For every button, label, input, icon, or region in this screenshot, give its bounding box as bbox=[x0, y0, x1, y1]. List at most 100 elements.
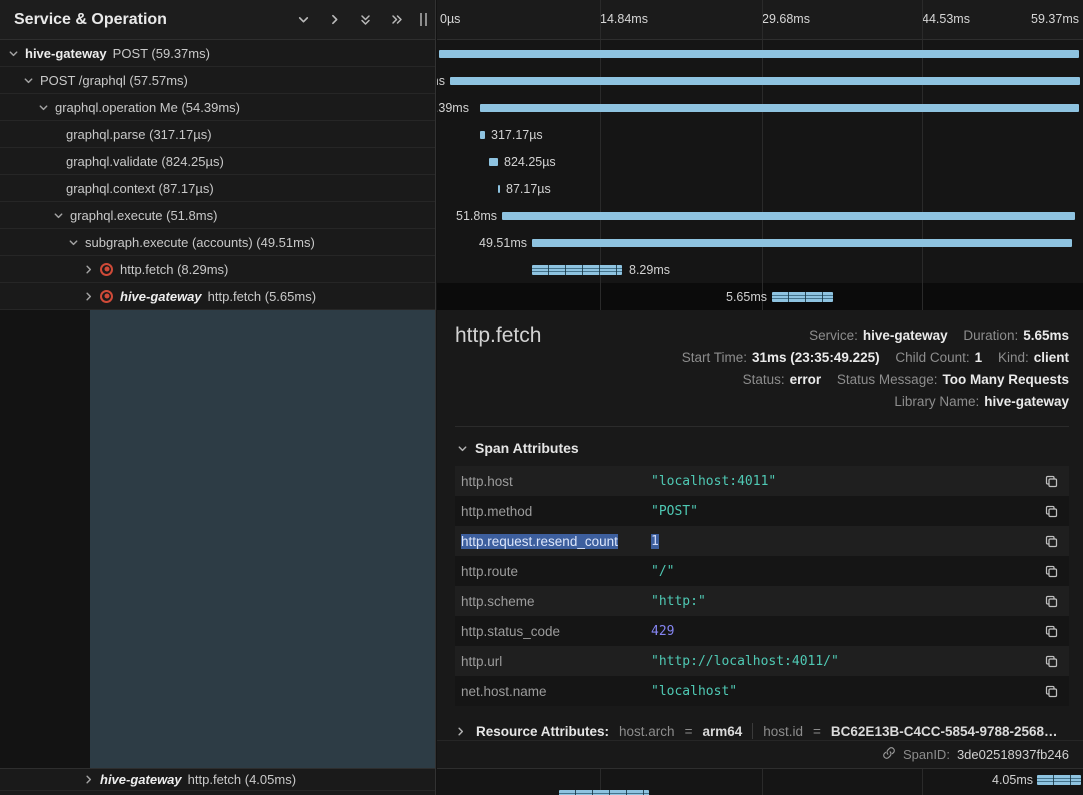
attribute-row: http.method "POST" bbox=[455, 496, 1069, 526]
span-bar[interactable] bbox=[1037, 775, 1081, 785]
tree-row[interactable]: graphql.parse (317.17µs) bbox=[0, 121, 435, 148]
chevron-right-icon[interactable] bbox=[83, 291, 94, 302]
divider bbox=[752, 723, 753, 739]
copy-icon[interactable] bbox=[1042, 682, 1061, 701]
tree-row[interactable]: hive-gateway http.fetch (4.05ms) bbox=[0, 768, 435, 790]
chevron-down-icon[interactable] bbox=[8, 48, 19, 59]
tree-row[interactable]: graphql.operation Me (54.39ms) bbox=[0, 94, 435, 121]
link-icon[interactable] bbox=[882, 746, 896, 763]
span-bar[interactable] bbox=[480, 131, 485, 139]
expand-all-icon[interactable] bbox=[390, 13, 404, 26]
bar-duration-label: 49.51ms bbox=[479, 236, 527, 250]
chevron-down-icon[interactable] bbox=[68, 237, 79, 248]
span-bar[interactable] bbox=[480, 104, 1079, 112]
copy-icon[interactable] bbox=[1042, 622, 1061, 641]
tree-row[interactable]: http.fetch (8.29ms) bbox=[0, 256, 435, 283]
attribute-value: 429 bbox=[651, 624, 674, 639]
span-service-name: hive-gateway bbox=[25, 46, 107, 61]
span-bar[interactable] bbox=[772, 292, 833, 302]
span-bar[interactable] bbox=[439, 50, 1079, 58]
tree-row[interactable]: graphql.validate (824.25µs) bbox=[0, 148, 435, 175]
chevron-down-icon[interactable] bbox=[38, 102, 49, 113]
attribute-key: net.host.name bbox=[461, 684, 651, 699]
tree-row[interactable]: POST /graphql (57.57ms) bbox=[0, 67, 435, 94]
span-bar[interactable] bbox=[532, 265, 622, 275]
attribute-row: http.host "localhost:4011" bbox=[455, 466, 1069, 496]
resource-attr-key: host.id bbox=[763, 724, 803, 739]
time-tick-label: 59.37ms bbox=[1031, 12, 1079, 26]
collapse-all-icon[interactable] bbox=[359, 13, 372, 27]
span-label: http.fetch (8.29ms) bbox=[120, 262, 228, 277]
bottom-waterfall: 4.05ms bbox=[437, 768, 1083, 795]
span-service-name: hive-gateway bbox=[100, 772, 182, 787]
span-label: http.fetch (5.65ms) bbox=[208, 289, 316, 304]
panel-title: Service & Operation bbox=[14, 11, 167, 29]
copy-icon[interactable] bbox=[1042, 652, 1061, 671]
span-service-name: hive-gateway bbox=[120, 289, 202, 304]
panel-resize-handle[interactable] bbox=[420, 13, 427, 26]
attribute-value: "http:" bbox=[651, 594, 706, 609]
tree-row[interactable]: hive-gateway POST (59.37ms) bbox=[0, 40, 435, 67]
tree-row[interactable]: subgraph.execute (accounts) (49.51ms) bbox=[0, 229, 435, 256]
attribute-key: http.route bbox=[461, 564, 651, 579]
resource-attr-value: BC62E13B-C4CC-5854-9788-2568… bbox=[831, 724, 1058, 739]
waterfall-row: 54.39ms bbox=[437, 94, 1083, 121]
span-bar[interactable] bbox=[498, 185, 500, 193]
span-bar[interactable] bbox=[502, 212, 1075, 220]
partial-span-bar[interactable] bbox=[559, 790, 649, 795]
chevron-down-icon bbox=[457, 443, 468, 454]
waterfall-row: 824.25µs bbox=[437, 148, 1083, 175]
attribute-row: http.route "/" bbox=[455, 556, 1069, 586]
span-id-label: SpanID: bbox=[903, 747, 950, 762]
resource-attr-key: host.arch bbox=[619, 724, 675, 739]
waterfall-row: 87.17µs bbox=[437, 175, 1083, 202]
waterfall-row: 51.8ms bbox=[437, 202, 1083, 229]
span-bar[interactable] bbox=[532, 239, 1072, 247]
expand-one-icon[interactable] bbox=[328, 13, 341, 26]
copy-icon[interactable] bbox=[1042, 472, 1061, 491]
tree-row[interactable]: graphql.execute (51.8ms) bbox=[0, 202, 435, 229]
chevron-right-icon[interactable] bbox=[83, 264, 94, 275]
meta-status-message-value: Too Many Requests bbox=[942, 372, 1069, 387]
attribute-value: "http://localhost:4011/" bbox=[651, 654, 839, 669]
tree-panel-header: Service & Operation bbox=[0, 0, 435, 40]
tree-row-selected[interactable]: hive-gateway http.fetch (5.65ms) bbox=[0, 283, 435, 310]
attribute-row: http.status_code 429 bbox=[455, 616, 1069, 646]
attribute-row: http.url "http://localhost:4011/" bbox=[455, 646, 1069, 676]
chevron-right-icon[interactable] bbox=[83, 774, 94, 785]
time-tick-label: 14.84ms bbox=[600, 12, 648, 26]
span-label: subgraph.execute (accounts) (49.51ms) bbox=[85, 235, 315, 250]
attribute-row: http.scheme "http:" bbox=[455, 586, 1069, 616]
chevron-right-icon bbox=[455, 726, 466, 737]
timeline-panel: 0µs 14.84ms 29.68ms 44.53ms 59.37ms 57.5… bbox=[437, 0, 1083, 795]
span-tree-panel: Service & Operation hive-gateway POST (5… bbox=[0, 0, 436, 795]
trace-waterfall: 57.57ms 54.39ms 317.17µs 824.25µs 87.17µ… bbox=[437, 40, 1083, 310]
copy-icon[interactable] bbox=[1042, 562, 1061, 581]
span-bar[interactable] bbox=[450, 77, 1080, 85]
meta-start-value: 31ms (23:35:49.225) bbox=[752, 350, 880, 365]
bar-duration-label: 317.17µs bbox=[491, 128, 543, 142]
attribute-key: http.status_code bbox=[461, 624, 651, 639]
collapse-one-icon[interactable] bbox=[297, 13, 310, 26]
attribute-key: http.request.resend_count bbox=[461, 534, 651, 549]
chevron-down-icon[interactable] bbox=[53, 210, 64, 221]
attribute-value: "/" bbox=[651, 564, 674, 579]
meta-service-value: hive-gateway bbox=[863, 328, 948, 343]
time-tick-label: 44.53ms bbox=[922, 12, 970, 26]
attribute-value: "POST" bbox=[651, 504, 698, 519]
error-status-icon bbox=[100, 263, 113, 276]
copy-icon[interactable] bbox=[1042, 502, 1061, 521]
span-label: graphql.parse (317.17µs) bbox=[66, 127, 212, 142]
copy-icon[interactable] bbox=[1042, 592, 1061, 611]
span-bar[interactable] bbox=[489, 158, 498, 166]
meta-child-count-value: 1 bbox=[975, 350, 983, 365]
waterfall-row bbox=[437, 40, 1083, 67]
chevron-down-icon[interactable] bbox=[23, 75, 34, 86]
time-tick-label: 0µs bbox=[440, 12, 460, 26]
bar-duration-label: 4.05ms bbox=[992, 773, 1033, 787]
span-attributes-table: http.host "localhost:4011" http.method "… bbox=[455, 466, 1069, 706]
copy-icon[interactable] bbox=[1042, 532, 1061, 551]
span-attributes-header[interactable]: Span Attributes bbox=[455, 427, 1069, 466]
time-tick-label: 29.68ms bbox=[762, 12, 810, 26]
tree-row[interactable]: graphql.context (87.17µs) bbox=[0, 175, 435, 202]
